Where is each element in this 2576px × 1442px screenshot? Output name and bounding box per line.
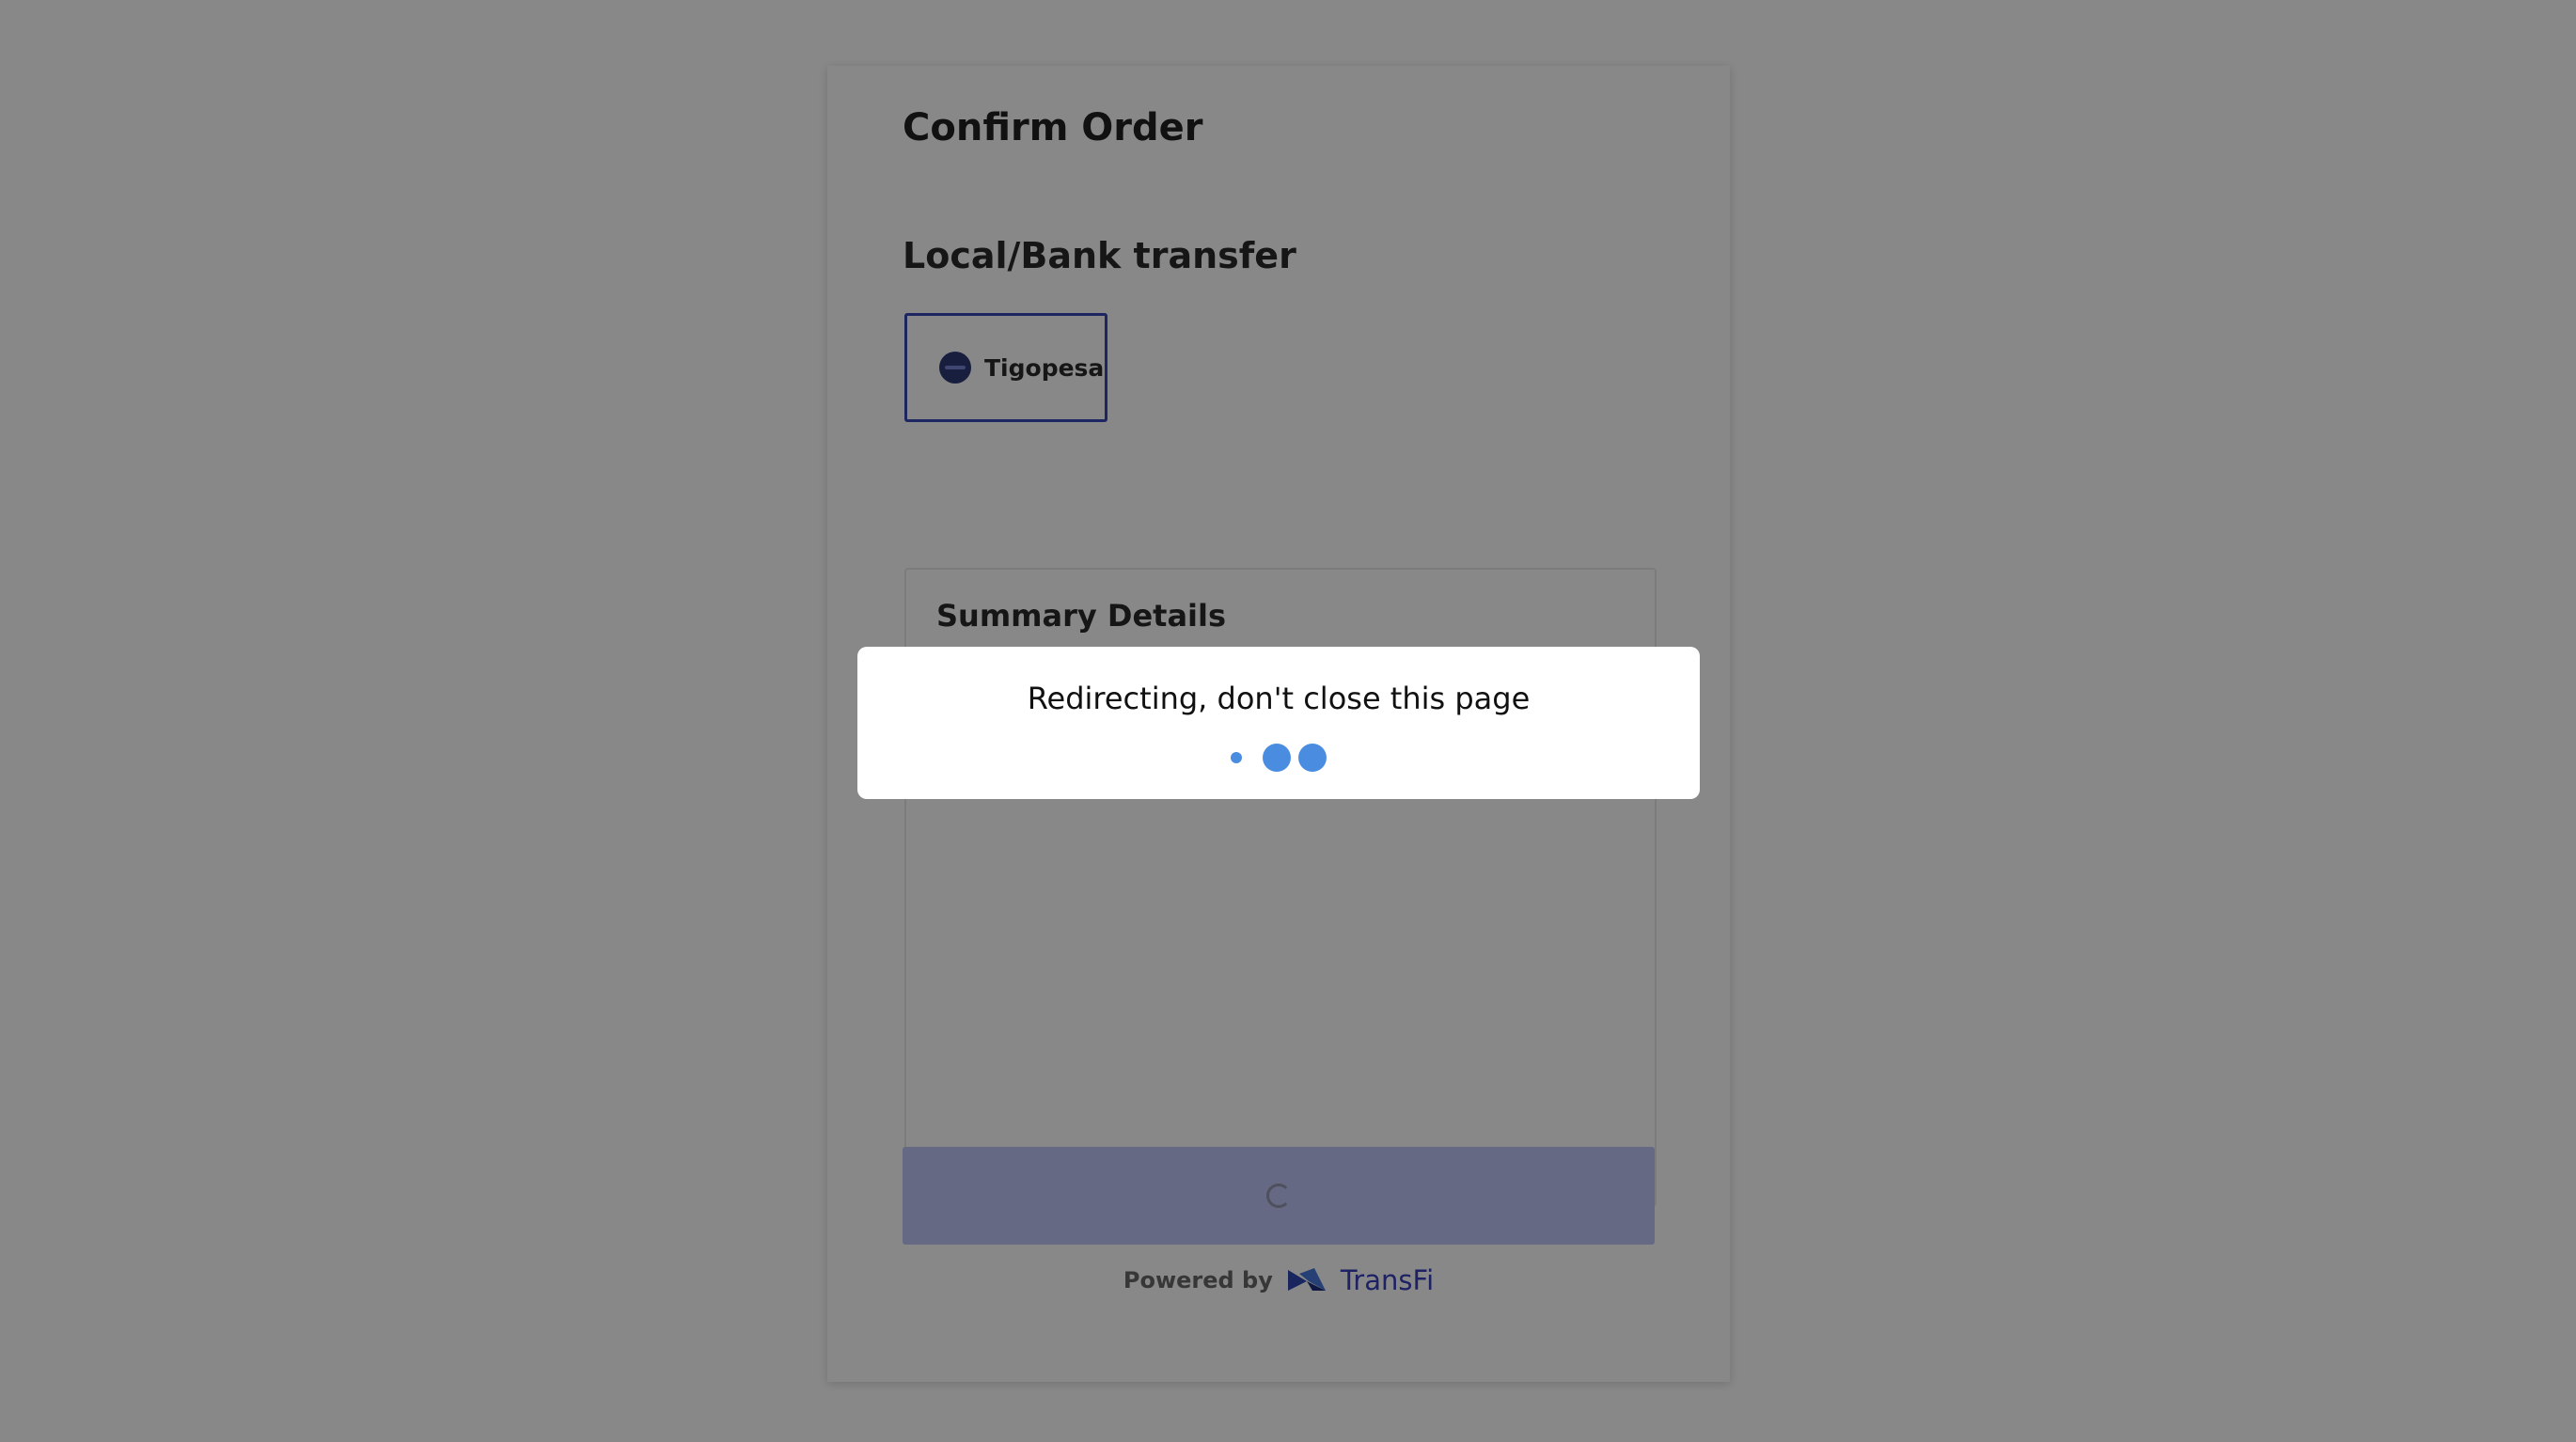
redirect-message: Redirecting, don't close this page xyxy=(1027,681,1531,716)
redirect-modal: Redirecting, don't close this page xyxy=(857,647,1700,799)
loading-dot xyxy=(1263,744,1291,772)
loading-dot xyxy=(1231,752,1242,763)
loading-dots-icon xyxy=(857,743,1700,773)
loading-dot xyxy=(1298,744,1327,772)
